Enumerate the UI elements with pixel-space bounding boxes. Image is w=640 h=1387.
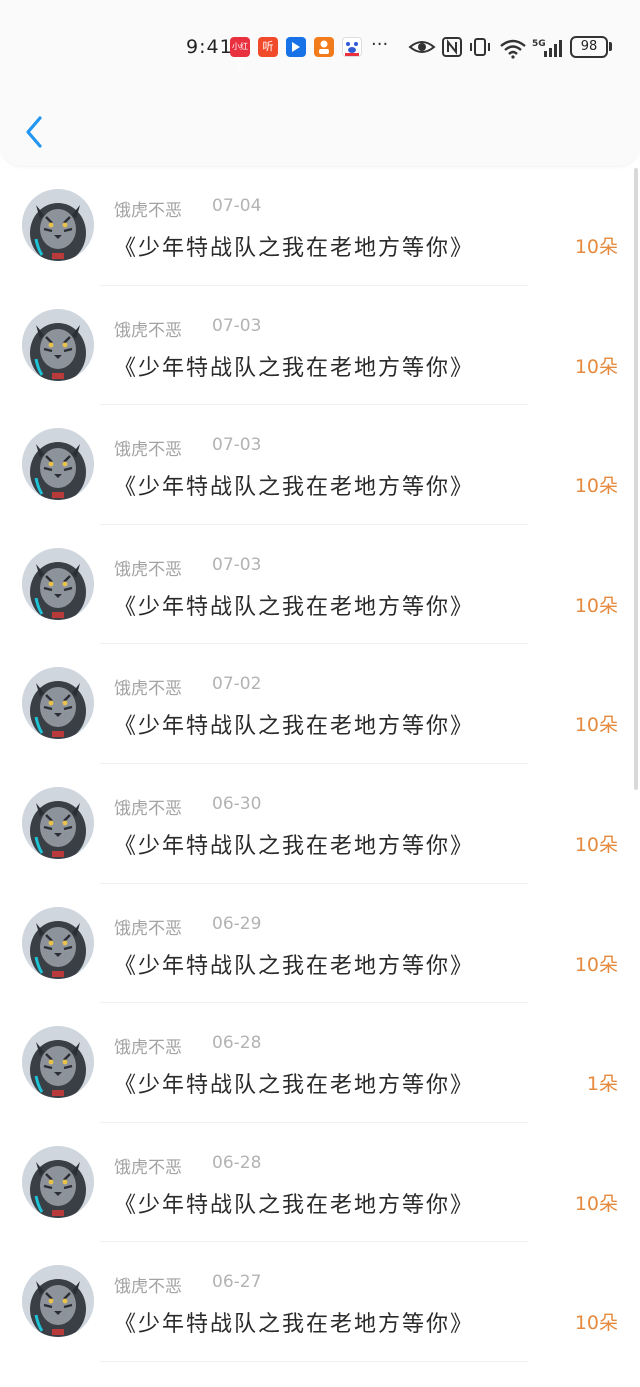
tiger-avatar-icon [22,1145,94,1218]
tiger-avatar-icon [22,1026,94,1099]
record-date: 06-29 [212,913,262,934]
flower-count: 10朵 [574,355,618,378]
record-date: 07-02 [212,674,262,695]
list-item[interactable]: 饿虎不恶 06-27 《少年特战队之我在老地方等你》 10朵 [0,1242,640,1362]
more-notifications-icon: ··· [371,34,389,55]
flower-count: 10朵 [574,1312,618,1335]
avatar[interactable] [22,667,94,740]
tiger-avatar-icon [22,906,94,979]
list-item[interactable]: 饿虎不恶 06-28 《少年特战队之我在老地方等你》 1朵 [0,1003,640,1123]
signal-5g-icon: 5G [532,39,562,57]
avatar[interactable] [22,1145,94,1218]
flower-count: 10朵 [574,236,618,258]
tiger-avatar-icon [22,428,94,501]
work-title: 《少年特战队之我在老地方等你》 [114,594,475,620]
divider [100,1360,528,1362]
flower-count: 10朵 [574,1192,618,1215]
flower-count: 1朵 [586,1073,618,1096]
record-date: 07-04 [212,196,262,216]
work-title: 《少年特战队之我在老地方等你》 [114,475,475,501]
flower-count: 10朵 [574,594,618,617]
sender-name: 饿虎不恶 [114,1277,182,1298]
record-date: 06-27 [212,1272,262,1293]
sender-name: 饿虎不恶 [114,679,182,700]
avatar[interactable] [22,906,94,979]
xiaohongshu-icon: 小红书 [230,37,250,71]
flower-count: 10朵 [574,714,618,737]
record-date: 07-03 [212,554,262,575]
record-date: 06-28 [212,1152,262,1173]
status-bar: 9:41 小红书 听 ··· 5G 98 [0,30,640,71]
work-title: 《少年特战队之我在老地方等你》 [114,1312,475,1338]
tiger-avatar-icon [22,308,94,381]
status-time: 9:41 [186,36,233,58]
eye-icon [408,41,436,53]
vibrate-icon [470,38,490,56]
work-title: 《少年特战队之我在老地方等你》 [114,1192,475,1218]
record-date: 06-28 [212,1033,262,1054]
avatar[interactable] [22,1026,94,1099]
work-title: 《少年特战队之我在老地方等你》 [114,236,475,261]
flower-count: 10朵 [574,833,618,856]
avatar[interactable] [22,1265,94,1338]
work-title: 《少年特战队之我在老地方等你》 [114,355,475,381]
avatar[interactable] [22,786,94,859]
flower-count: 10朵 [574,953,618,976]
top-header: 9:41 小红书 听 ··· 5G 98 [0,0,640,166]
avatar[interactable] [22,189,94,261]
sender-name: 饿虎不恶 [114,1157,182,1178]
chevron-left-icon [26,116,42,148]
list-item[interactable]: 饿虎不恶 07-03 《少年特战队之我在老地方等你》 10朵 [0,525,640,645]
battery-indicator: 98 [570,36,608,58]
sender-name: 饿虎不恶 [114,440,182,461]
list-item[interactable]: 饿虎不恶 06-28 《少年特战队之我在老地方等你》 10朵 [0,1123,640,1243]
listen-app-icon: 听 [258,37,278,57]
wifi-icon [500,39,526,59]
sender-name: 饿虎不恶 [114,559,182,580]
sender-name: 饿虎不恶 [114,1038,182,1059]
scrollbar[interactable] [634,168,638,790]
work-title: 《少年特战队之我在老地方等你》 [114,1073,475,1099]
battery-tip [609,42,612,51]
nfc-icon [442,37,462,57]
avatar[interactable] [22,547,94,620]
record-date: 06-30 [212,793,262,814]
sender-name: 饿虎不恶 [114,320,182,341]
tiger-avatar-icon [22,189,94,261]
baidu-icon [342,37,362,57]
person-app-icon [314,37,334,57]
tiger-avatar-icon [22,547,94,620]
tiger-avatar-icon [22,1265,94,1338]
tiger-avatar-icon [22,667,94,740]
work-title: 《少年特战队之我在老地方等你》 [114,833,475,859]
avatar[interactable] [22,308,94,381]
list-item[interactable]: 饿虎不恶 06-29 《少年特战队之我在老地方等你》 10朵 [0,884,640,1004]
sender-name: 饿虎不恶 [114,798,182,819]
avatar[interactable] [22,428,94,501]
list-item[interactable]: 饿虎不恶 07-04 《少年特战队之我在老地方等你》 10朵 [0,166,640,286]
sender-name: 饿虎不恶 [114,918,182,939]
back-button[interactable] [20,112,50,152]
tiger-avatar-icon [22,786,94,859]
list-item[interactable]: 饿虎不恶 07-02 《少年特战队之我在老地方等你》 10朵 [0,644,640,764]
sender-name: 饿虎不恶 [114,201,182,221]
gift-record-list: 饿虎不恶 07-04 《少年特战队之我在老地方等你》 10朵 饿虎不恶 07-0… [0,166,640,1362]
feishu-icon [286,37,306,57]
list-item[interactable]: 饿虎不恶 07-03 《少年特战队之我在老地方等你》 10朵 [0,405,640,525]
work-title: 《少年特战队之我在老地方等你》 [114,953,475,979]
svg-text:5G: 5G [532,39,546,49]
work-title: 《少年特战队之我在老地方等你》 [114,714,475,740]
record-date: 07-03 [212,435,262,456]
list-item[interactable]: 饿虎不恶 07-03 《少年特战队之我在老地方等你》 10朵 [0,286,640,406]
list-item[interactable]: 饿虎不恶 06-30 《少年特战队之我在老地方等你》 10朵 [0,764,640,884]
flower-count: 10朵 [574,475,618,498]
record-date: 07-03 [212,315,262,336]
